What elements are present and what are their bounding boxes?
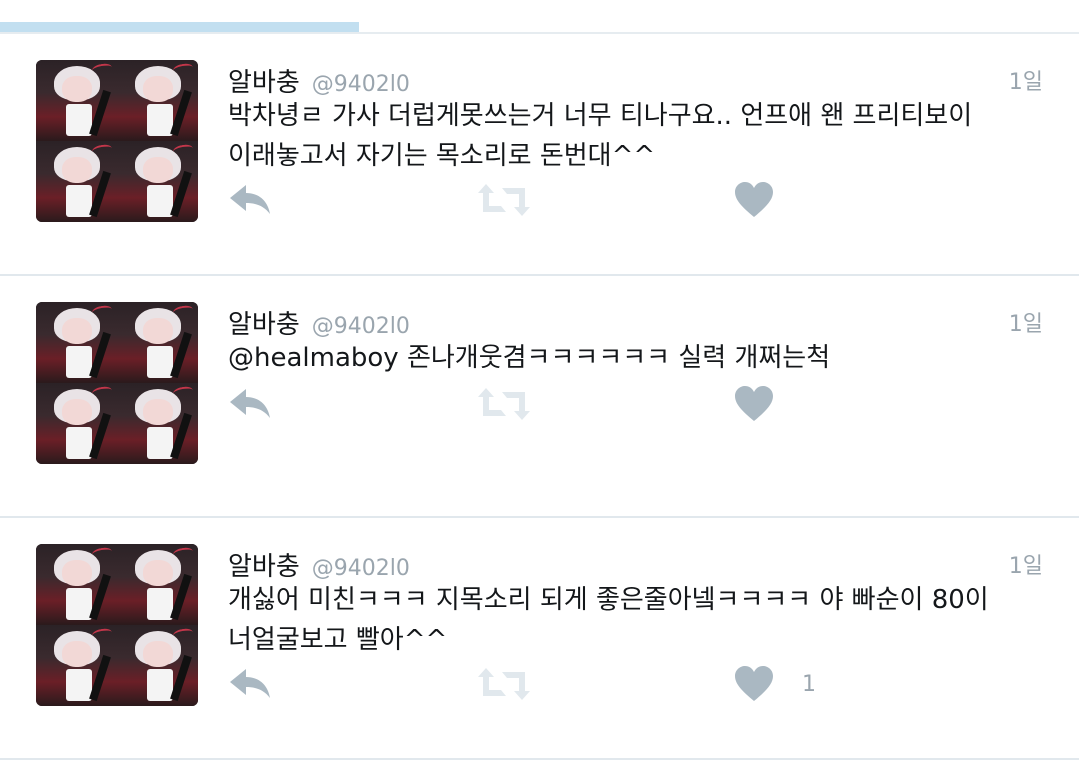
- like-button[interactable]: [734, 178, 802, 222]
- retweet-icon: [478, 388, 530, 420]
- tweet-text: 개싫어 미친ㅋㅋㅋ 지목소리 되게 좋은줄아넼ㅋㅋㅋㅋ 야 빠순이 80이 너얼…: [228, 585, 989, 655]
- tweet-header: 알바충 @9402l0: [228, 62, 410, 98]
- display-name[interactable]: 알바충: [228, 62, 300, 99]
- tweet-timestamp[interactable]: 1일: [1009, 64, 1043, 96]
- tweet-actions: 1: [228, 662, 868, 706]
- retweet-button[interactable]: [476, 382, 532, 426]
- heart-icon: [735, 182, 773, 217]
- like-button[interactable]: 1: [734, 662, 816, 706]
- reply-button[interactable]: [228, 382, 274, 426]
- tweet-header: 알바충 @9402l0: [228, 546, 410, 582]
- display-name[interactable]: 알바충: [228, 304, 300, 341]
- loading-progress-bar: [0, 22, 1079, 32]
- like-count: 1: [802, 671, 816, 697]
- retweet-icon: [478, 184, 530, 216]
- display-name[interactable]: 알바충: [228, 546, 300, 583]
- tweet[interactable]: 알바충 @9402l0 1일 개싫어 미친ㅋㅋㅋ 지목소리 되게 좋은줄아넼ㅋㅋ…: [0, 518, 1079, 760]
- loading-progress-fill: [0, 22, 360, 32]
- avatar[interactable]: [36, 60, 198, 222]
- user-handle[interactable]: @9402l0: [312, 314, 410, 339]
- reply-icon: [230, 669, 270, 698]
- tweet-header: 알바충 @9402l0: [228, 304, 410, 340]
- reply-icon: [230, 389, 270, 418]
- retweet-button[interactable]: [476, 662, 532, 706]
- heart-icon: [735, 386, 773, 421]
- avatar[interactable]: [36, 544, 198, 706]
- tweet-timestamp[interactable]: 1일: [1009, 548, 1043, 580]
- retweet-button[interactable]: [476, 178, 532, 222]
- reply-icon: [230, 185, 270, 214]
- reply-button[interactable]: [228, 178, 274, 222]
- tweet-actions: [228, 178, 868, 222]
- tweet-timestamp[interactable]: 1일: [1009, 306, 1043, 338]
- tweet[interactable]: 알바충 @9402l0 1일 박차녕ㄹ 가사 더럽게못쓰는거 너무 티나구요..…: [0, 34, 1079, 276]
- tweet-text: 박차녕ㄹ 가사 더럽게못쓰는거 너무 티나구요.. 언프애 왠 프리티보이 이래…: [228, 101, 973, 171]
- like-button[interactable]: [734, 382, 802, 426]
- heart-icon: [735, 666, 773, 701]
- tweet-text: @healmaboy 존나개웃겸ㅋㅋㅋㅋㅋㅋ 실력 개쩌는척: [228, 343, 831, 373]
- avatar[interactable]: [36, 302, 198, 464]
- tweet-actions: [228, 382, 868, 426]
- user-handle[interactable]: @9402l0: [312, 556, 410, 581]
- user-handle[interactable]: @9402l0: [312, 72, 410, 97]
- tweet[interactable]: 알바충 @9402l0 1일 @healmaboy 존나개웃겸ㅋㅋㅋㅋㅋㅋ 실력…: [0, 276, 1079, 518]
- reply-button[interactable]: [228, 662, 274, 706]
- retweet-icon: [478, 668, 530, 700]
